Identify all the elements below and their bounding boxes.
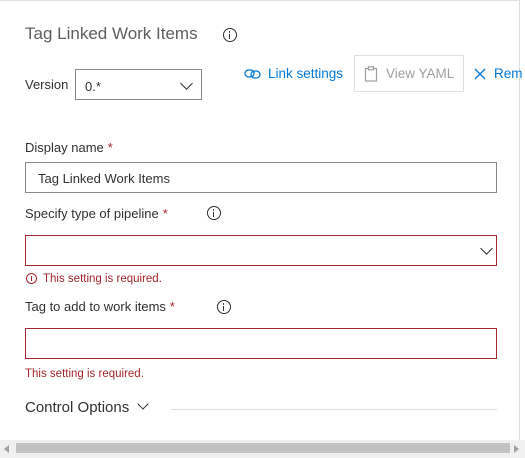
view-yaml-label: View YAML — [386, 66, 455, 81]
tag-error: This setting is required. — [25, 368, 144, 380]
tag-label-text: Tag to add to work items — [25, 299, 166, 314]
display-name-value: Tag Linked Work Items — [38, 171, 170, 186]
chevron-down-icon — [180, 77, 193, 90]
info-icon[interactable] — [223, 28, 237, 42]
required-marker: * — [169, 299, 175, 314]
version-select[interactable]: 0.* — [75, 69, 202, 100]
link-icon — [244, 68, 261, 79]
task-title: Tag Linked Work Items — [25, 24, 198, 43]
view-yaml-button[interactable]: View YAML — [354, 55, 464, 92]
version-label: Version — [25, 77, 69, 92]
pipeline-type-select[interactable] — [25, 235, 497, 266]
link-settings-label: Link settings — [268, 66, 344, 81]
display-name-input[interactable]: Tag Linked Work Items — [25, 162, 497, 193]
pipeline-type-label: Specify type of pipeline * — [25, 206, 168, 221]
error-icon — [26, 273, 37, 284]
tag-label: Tag to add to work items * — [25, 299, 175, 314]
chevron-down-icon — [480, 242, 493, 255]
link-settings-button[interactable]: Link settings — [244, 55, 343, 92]
display-name-label: Display name * — [25, 140, 113, 155]
scroll-left-icon[interactable] — [4, 445, 9, 453]
tag-input[interactable] — [25, 328, 497, 359]
scrollbar-thumb[interactable] — [16, 443, 510, 453]
display-name-label-text: Display name — [25, 140, 104, 155]
pipeline-type-error: This setting is required. — [43, 273, 162, 285]
required-marker: * — [162, 206, 168, 221]
remove-label: Rem — [494, 66, 523, 81]
control-options-toggle[interactable]: Control Options — [25, 398, 150, 416]
remove-button[interactable]: Rem — [474, 55, 523, 92]
required-marker: * — [107, 140, 113, 155]
info-icon[interactable] — [217, 300, 231, 314]
control-options-label: Control Options — [25, 399, 130, 416]
horizontal-scrollbar[interactable] — [0, 440, 525, 458]
section-divider — [171, 409, 497, 410]
close-icon — [474, 68, 486, 79]
pipeline-type-label-text: Specify type of pipeline — [25, 206, 159, 221]
version-value: 0.* — [85, 79, 101, 94]
info-icon[interactable] — [207, 206, 221, 220]
scroll-right-icon[interactable] — [514, 445, 519, 453]
clipboard-icon — [364, 65, 378, 82]
